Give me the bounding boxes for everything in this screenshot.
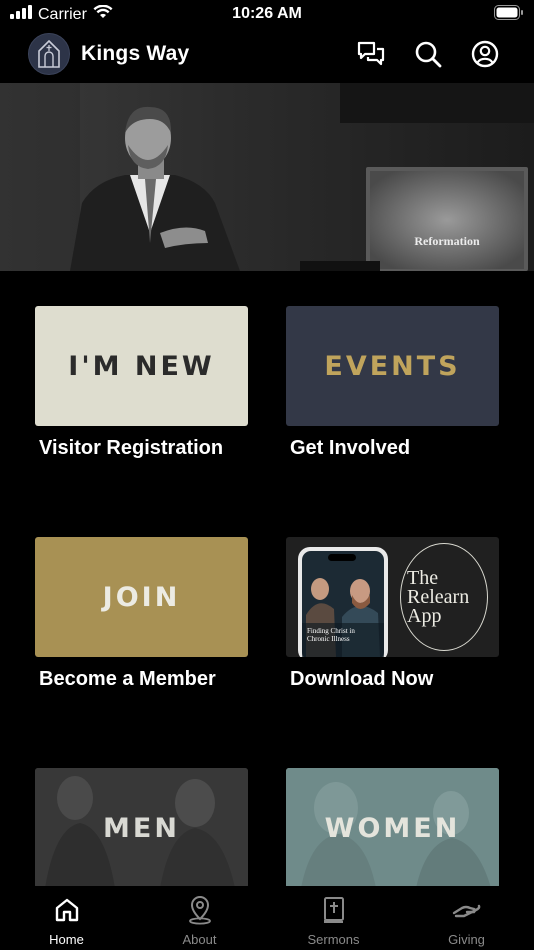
join-tile[interactable]: JOIN bbox=[35, 537, 248, 657]
tile-word: EVENTS bbox=[324, 350, 461, 382]
tab-label: Sermons bbox=[307, 932, 360, 947]
download-now-caption[interactable]: Download Now bbox=[290, 668, 433, 691]
search-icon[interactable] bbox=[412, 38, 444, 70]
im-new-tile[interactable]: I'M NEW bbox=[35, 306, 248, 426]
status-time: 10:26 AM bbox=[232, 5, 302, 22]
phone-episode-text: Finding Christ in Chronic Illness bbox=[307, 627, 355, 643]
relearn-line: App bbox=[407, 604, 442, 627]
status-bar: Carrier 10:26 AM bbox=[0, 0, 534, 28]
relearn-badge: The Relearn App bbox=[400, 543, 488, 651]
relearn-app-tile[interactable]: Finding Christ in Chronic Illness The Re… bbox=[286, 537, 499, 657]
tab-bar: Home About Sermons Giving bbox=[0, 886, 534, 950]
relearn-line: Relearn bbox=[407, 585, 470, 608]
tab-home[interactable]: Home bbox=[0, 886, 133, 950]
visitor-registration-caption[interactable]: Visitor Registration bbox=[39, 437, 223, 460]
events-tile[interactable]: EVENTS bbox=[286, 306, 499, 426]
screen-text: Reformation bbox=[414, 234, 480, 248]
relearn-line: The bbox=[407, 566, 439, 589]
church-logo[interactable] bbox=[28, 33, 70, 75]
chat-icon[interactable] bbox=[355, 38, 387, 70]
men-tile[interactable]: MEN bbox=[35, 768, 248, 888]
become-member-caption[interactable]: Become a Member bbox=[39, 668, 216, 691]
battery-icon bbox=[494, 5, 524, 25]
tab-label: About bbox=[182, 932, 217, 947]
tab-label: Home bbox=[49, 932, 84, 947]
tab-giving[interactable]: Giving bbox=[400, 886, 533, 950]
tab-about[interactable]: About bbox=[133, 886, 266, 950]
women-tile[interactable]: WOMEN bbox=[286, 768, 499, 888]
bible-icon bbox=[322, 895, 346, 925]
tab-label: Giving bbox=[448, 932, 485, 947]
tile-word: WOMEN bbox=[324, 812, 461, 844]
location-pin-icon bbox=[187, 895, 213, 925]
app-title: Kings Way bbox=[81, 42, 190, 65]
giving-hand-icon bbox=[452, 895, 482, 925]
tile-word: MEN bbox=[103, 812, 180, 844]
chapel-icon bbox=[38, 40, 60, 68]
hero-image: Reformation bbox=[0, 83, 534, 271]
tile-word: JOIN bbox=[102, 581, 181, 613]
app-header: Kings Way bbox=[0, 30, 534, 82]
profile-icon[interactable] bbox=[469, 38, 501, 70]
tab-sermons[interactable]: Sermons bbox=[267, 886, 400, 950]
get-involved-caption[interactable]: Get Involved bbox=[290, 437, 410, 460]
home-icon bbox=[54, 895, 80, 925]
tile-word: I'M NEW bbox=[68, 350, 215, 382]
